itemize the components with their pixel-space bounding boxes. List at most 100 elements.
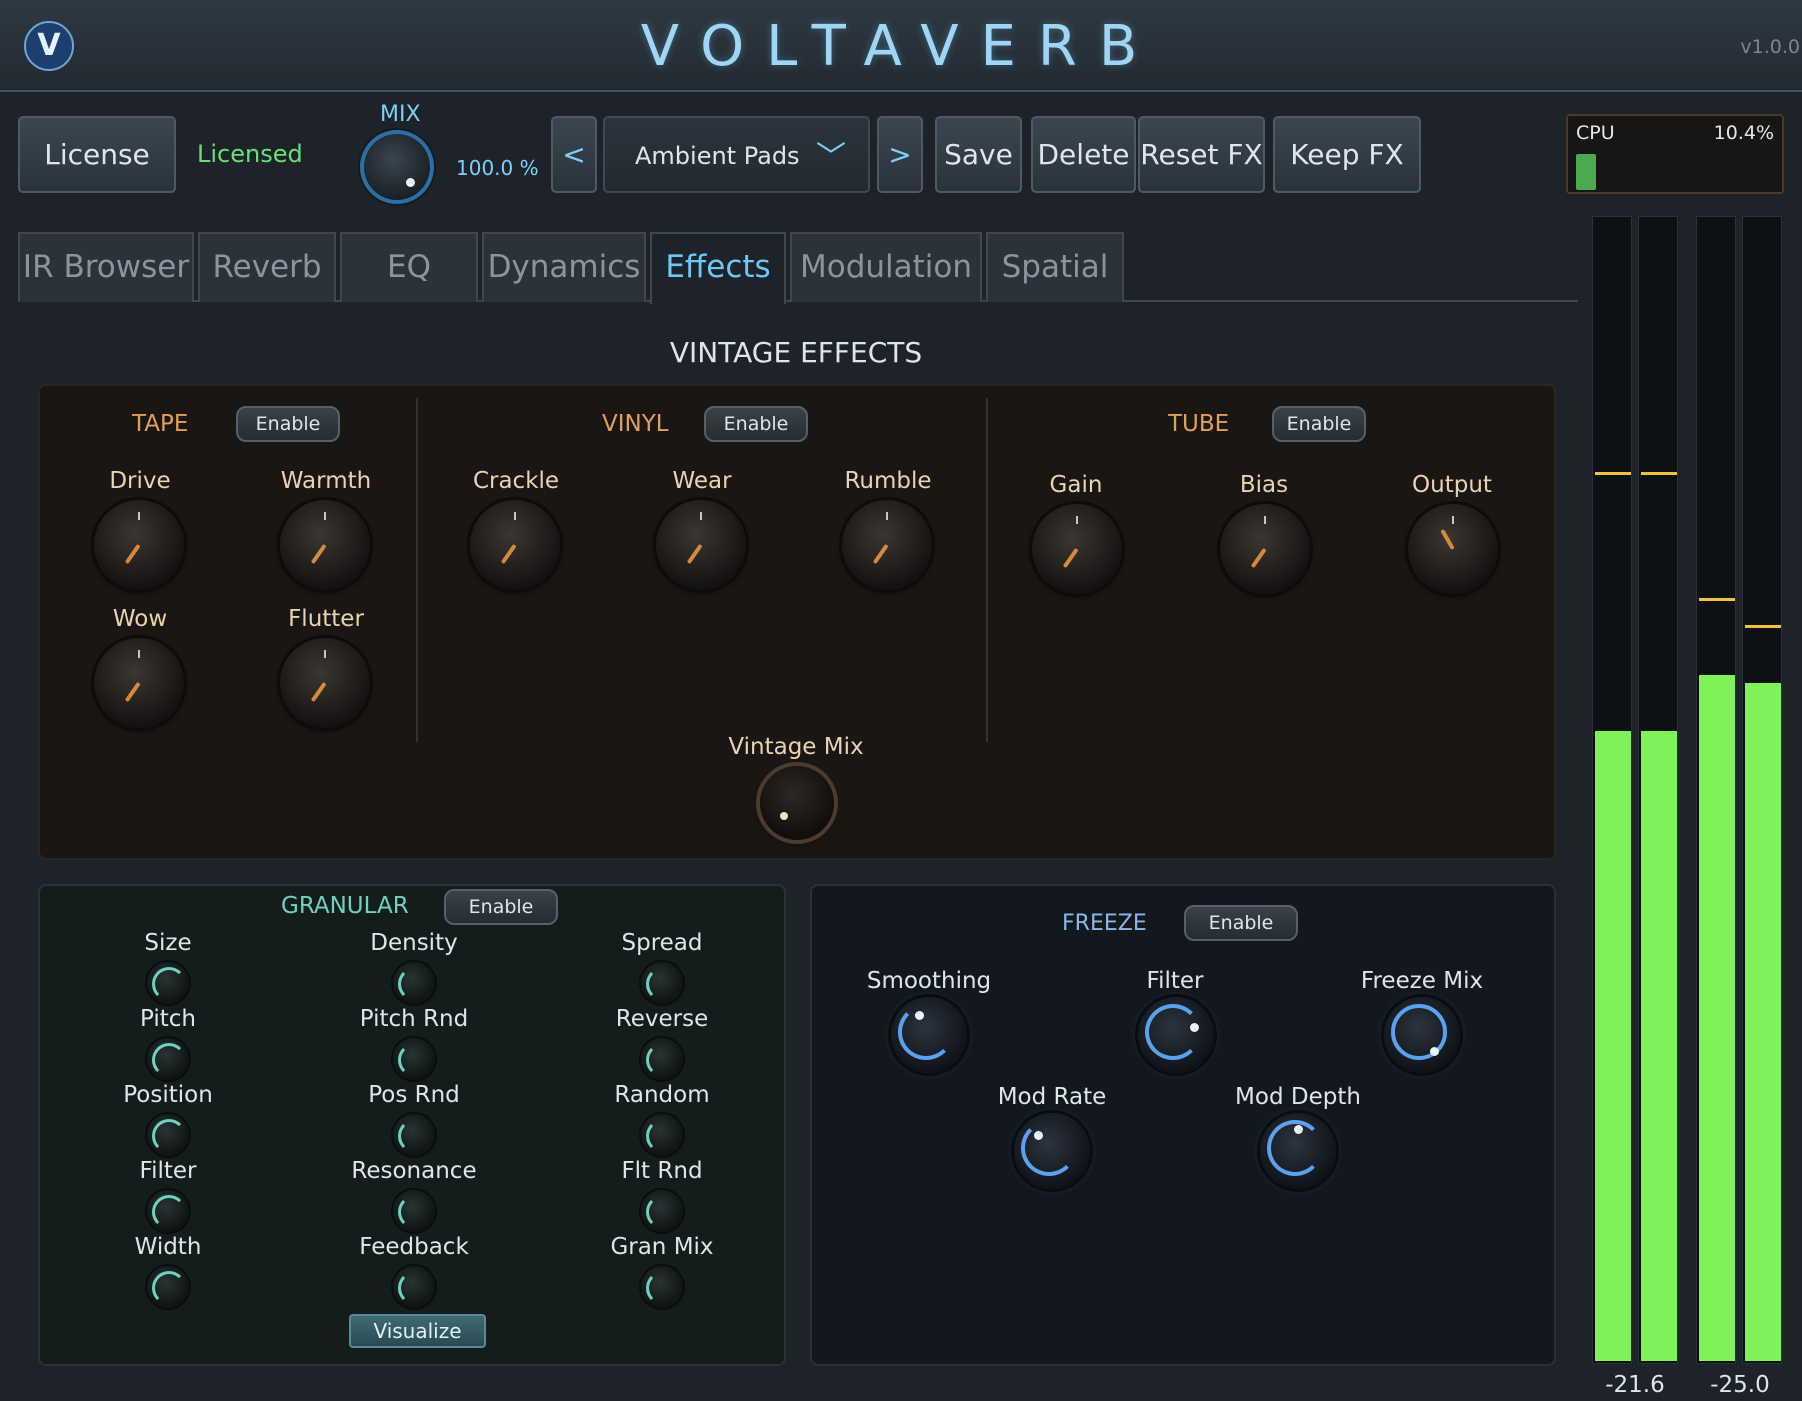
tab-ir-browser[interactable]: IR Browser — [18, 232, 194, 302]
freeze-smoothing-knob[interactable] — [891, 997, 967, 1073]
granular-enable-button[interactable]: Enable — [444, 889, 558, 925]
knob-indicator — [1190, 1023, 1199, 1032]
freeze-mod-depth-knob[interactable] — [1260, 1113, 1336, 1189]
granular-position-knob[interactable] — [147, 1114, 189, 1156]
knob-arc — [398, 1271, 432, 1305]
freeze-enable-button[interactable]: Enable — [1184, 905, 1298, 941]
vinyl-wear-knob[interactable] — [656, 500, 746, 590]
tube-bias-label: Bias — [1239, 472, 1289, 498]
knob-pointer — [1250, 547, 1267, 569]
freeze-mod-rate-knob[interactable] — [1014, 1113, 1090, 1189]
vinyl-crackle-label: Crackle — [472, 468, 560, 494]
granular-pitch-label: Pitch — [140, 1006, 196, 1032]
vinyl-rumble-label: Rumble — [844, 468, 932, 494]
tube-output-knob[interactable] — [1408, 504, 1498, 594]
granular-pos-rnd-knob[interactable] — [393, 1114, 435, 1156]
tab-modulation[interactable]: Modulation — [790, 232, 982, 302]
granular-pitch-rnd-knob[interactable] — [393, 1038, 435, 1080]
knob-tick — [1452, 516, 1454, 524]
vintage-mix-knob[interactable] — [760, 766, 834, 840]
chevron-down-icon: ﹀ — [816, 140, 846, 175]
knob-arc — [1021, 1120, 1077, 1176]
knob-tick — [514, 512, 516, 520]
freeze-filter-knob[interactable] — [1138, 997, 1214, 1073]
save-button[interactable]: Save — [935, 116, 1022, 193]
meter-left-1 — [1592, 216, 1632, 1364]
granular-filter-knob[interactable] — [147, 1190, 189, 1232]
knob-pointer — [1062, 547, 1079, 569]
freeze-mix-knob[interactable] — [1384, 997, 1460, 1073]
granular-reverse-knob[interactable] — [641, 1038, 683, 1080]
knob-arc — [152, 1043, 186, 1077]
granular-size-knob[interactable] — [147, 962, 189, 1004]
mix-knob[interactable] — [360, 130, 434, 204]
tape-wow-label: Wow — [112, 606, 168, 632]
tape-flutter-label: Flutter — [288, 606, 364, 632]
tape-flutter-knob[interactable] — [280, 638, 370, 728]
keep-fx-button[interactable]: Keep FX — [1273, 116, 1421, 193]
knob-tick — [138, 512, 140, 520]
meter-right-1 — [1696, 216, 1736, 1364]
tube-bias-knob[interactable] — [1220, 504, 1310, 594]
tape-warmth-knob[interactable] — [280, 500, 370, 590]
license-status: Licensed — [197, 140, 303, 168]
knob-arc — [898, 1004, 954, 1060]
granular-gran-mix-knob[interactable] — [641, 1266, 683, 1308]
vinyl-title: VINYL — [602, 411, 669, 437]
knob-arc — [1145, 1004, 1201, 1060]
knob-pointer — [124, 543, 141, 565]
meter-right-2 — [1742, 216, 1782, 1364]
granular-random-label: Random — [614, 1082, 710, 1108]
knob-indicator — [1430, 1047, 1439, 1056]
knob-pointer — [686, 543, 703, 565]
vinyl-crackle-knob[interactable] — [470, 500, 560, 590]
preset-dropdown[interactable]: Ambient Pads ﹀ — [603, 116, 870, 193]
tab-spatial[interactable]: Spatial — [986, 232, 1124, 302]
granular-size-label: Size — [144, 930, 192, 956]
knob-tick — [324, 650, 326, 658]
granular-flt-rnd-knob[interactable] — [641, 1190, 683, 1232]
tape-enable-button[interactable]: Enable — [236, 406, 340, 442]
granular-density-label: Density — [370, 930, 458, 956]
granular-density-knob[interactable] — [393, 962, 435, 1004]
mix-value: 100.0 % — [456, 156, 539, 180]
knob-tick — [138, 650, 140, 658]
granular-width-knob[interactable] — [147, 1266, 189, 1308]
tape-title: TAPE — [132, 411, 189, 437]
knob-pointer — [124, 681, 141, 703]
granular-spread-knob[interactable] — [641, 962, 683, 1004]
granular-resonance-knob[interactable] — [393, 1190, 435, 1232]
granular-feedback-label: Feedback — [359, 1234, 469, 1260]
knob-arc — [646, 1043, 680, 1077]
tab-reverb[interactable]: Reverb — [198, 232, 336, 302]
tab-effects[interactable]: Effects — [650, 232, 786, 304]
vinyl-enable-button[interactable]: Enable — [704, 406, 808, 442]
granular-pitch-knob[interactable] — [147, 1038, 189, 1080]
tab-dynamics[interactable]: Dynamics — [482, 232, 646, 302]
knob-indicator — [1034, 1131, 1043, 1140]
visualize-button[interactable]: Visualize — [349, 1314, 486, 1348]
cpu-value: 10.4% — [1713, 122, 1774, 144]
vintage-mix-label: Vintage Mix — [728, 734, 864, 760]
tube-gain-knob[interactable] — [1032, 504, 1122, 594]
delete-button[interactable]: Delete — [1031, 116, 1136, 193]
reset-fx-button[interactable]: Reset FX — [1138, 116, 1265, 193]
knob-arc — [646, 1119, 680, 1153]
knob-indicator — [406, 178, 415, 187]
next-preset-button[interactable]: > — [877, 116, 923, 193]
tape-drive-knob[interactable] — [94, 500, 184, 590]
granular-title: GRANULAR — [281, 893, 409, 919]
knob-arc — [398, 1043, 432, 1077]
tube-enable-button[interactable]: Enable — [1272, 406, 1366, 442]
tape-wow-knob[interactable] — [94, 638, 184, 728]
prev-preset-button[interactable]: < — [551, 116, 597, 193]
tab-eq[interactable]: EQ — [340, 232, 478, 302]
meter-left-readout: -21.6 — [1605, 1372, 1665, 1398]
granular-random-knob[interactable] — [641, 1114, 683, 1156]
granular-width-label: Width — [134, 1234, 202, 1260]
version-label: v1.0.0 — [1740, 36, 1800, 58]
vinyl-rumble-knob[interactable] — [842, 500, 932, 590]
license-button[interactable]: License — [18, 116, 176, 193]
granular-feedback-knob[interactable] — [393, 1266, 435, 1308]
logo-icon: V — [24, 21, 74, 71]
